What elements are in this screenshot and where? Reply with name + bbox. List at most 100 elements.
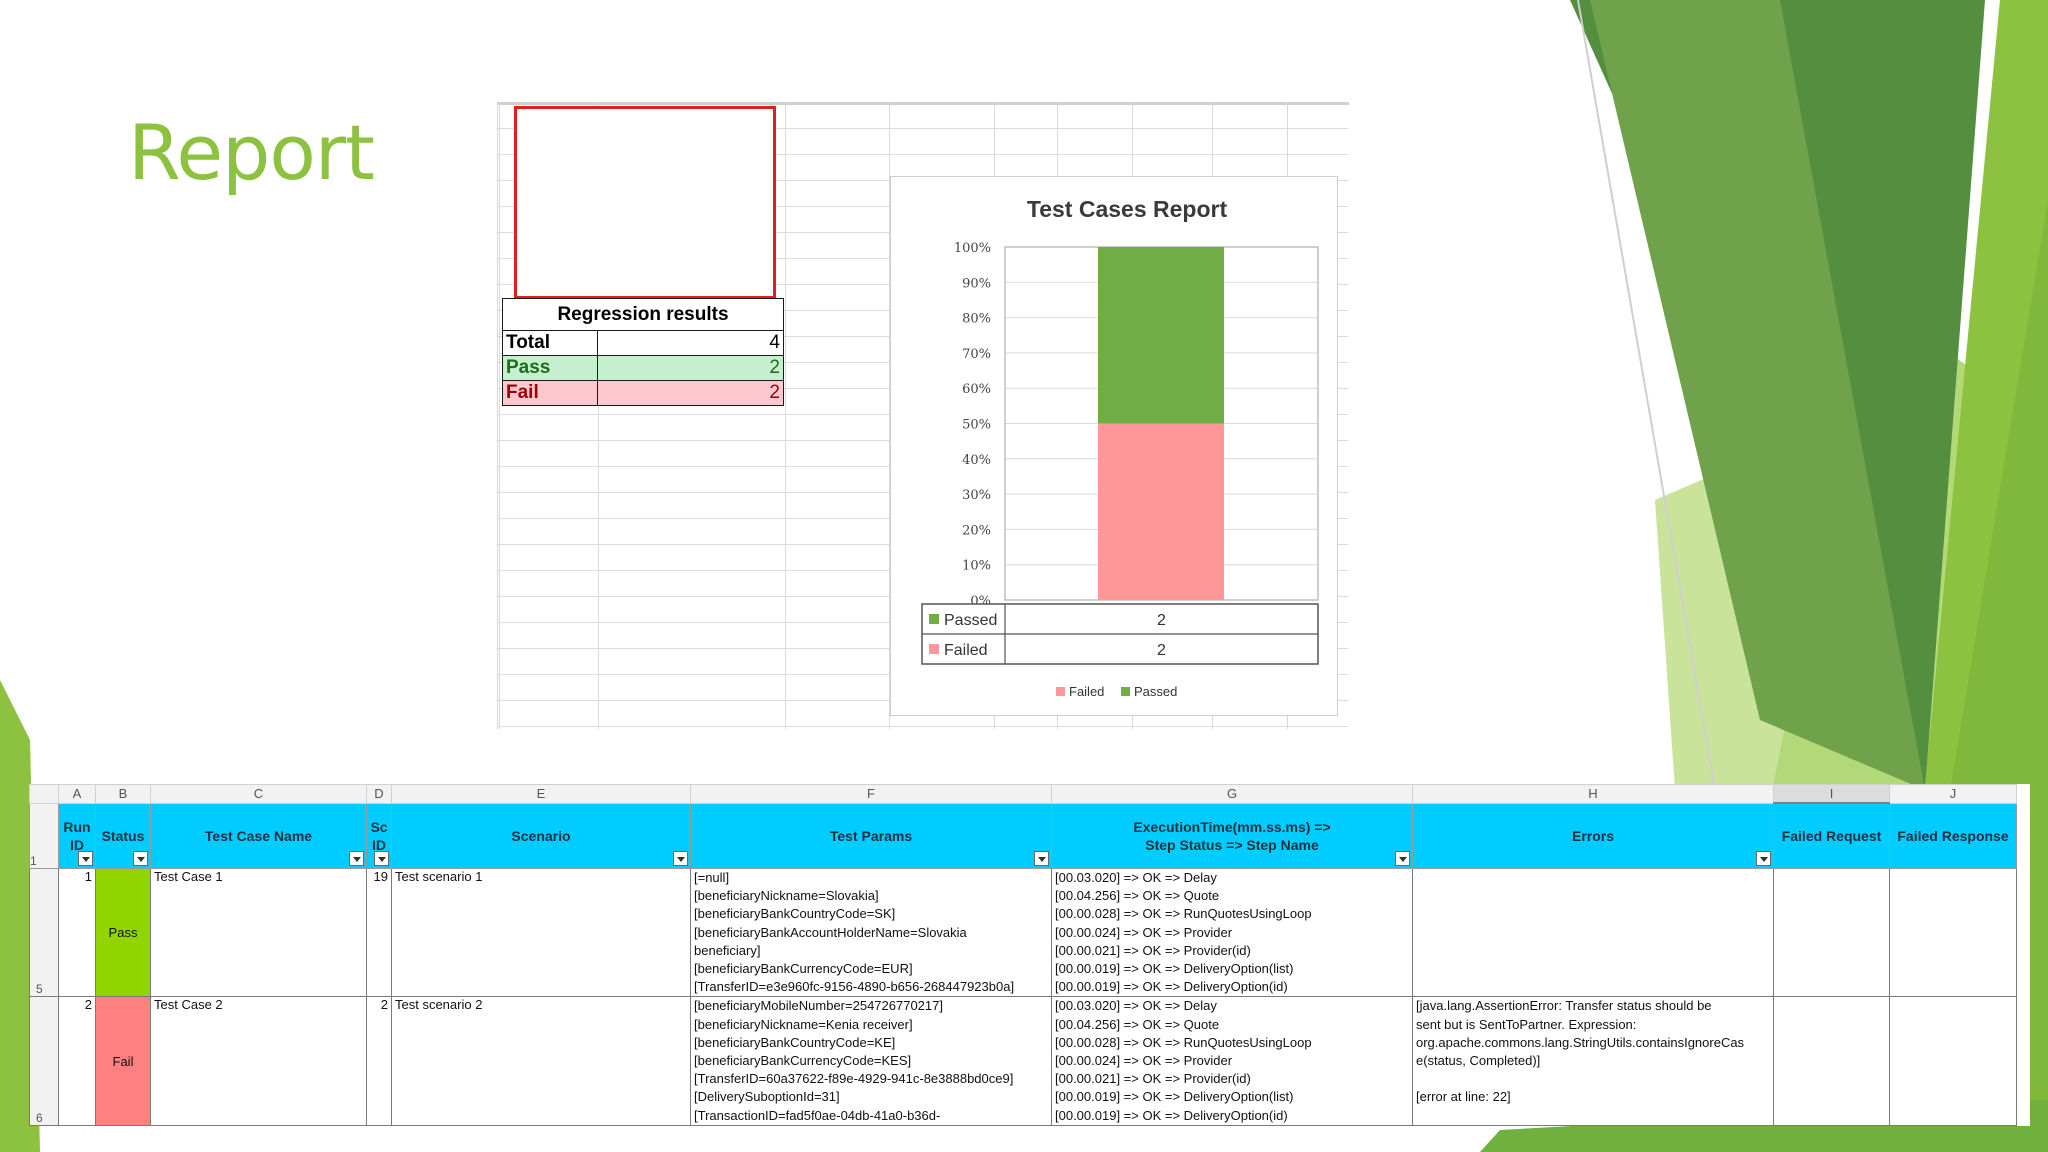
legend-key-passed bbox=[929, 614, 939, 624]
regression-header-row: Regression results bbox=[502, 298, 784, 331]
row-number[interactable]: 5 bbox=[29, 867, 59, 998]
deco-dark-green-shape bbox=[1570, 0, 1985, 790]
cell-run-id[interactable]: 1 bbox=[58, 867, 96, 998]
y-tick-label: 40% bbox=[962, 453, 991, 468]
select-all-corner[interactable] bbox=[29, 784, 59, 804]
cell-failed-request[interactable] bbox=[1773, 867, 1890, 998]
col-header-b[interactable]: B bbox=[95, 784, 151, 804]
param-line: [TransferID=60a37622-f89e-4929-941c-8e38… bbox=[694, 1071, 1014, 1087]
regression-row-total: Total 4 bbox=[502, 330, 784, 356]
step-line: [00.00.028] => OK => RunQuotesUsingLoop bbox=[1055, 906, 1312, 922]
cell-execution-steps[interactable]: [00.03.020] => OK => Delay [00.04.256] =… bbox=[1051, 996, 1413, 1126]
slide-title: Report bbox=[128, 108, 375, 197]
step-line: [00.00.019] => OK => DeliveryOption(id) bbox=[1055, 979, 1288, 995]
error-line: org.apache.commons.lang.StringUtils.cont… bbox=[1416, 1034, 1745, 1050]
cell-status-pass[interactable]: Pass bbox=[95, 867, 151, 998]
filter-dropdown-icon[interactable] bbox=[349, 851, 364, 866]
cell-failed-response[interactable] bbox=[1889, 996, 2017, 1126]
col-header-h[interactable]: H bbox=[1412, 784, 1774, 804]
cell-test-params[interactable]: [=null] [beneficiaryNickname=Slovakia] [… bbox=[690, 867, 1052, 998]
gridline bbox=[785, 102, 786, 729]
step-line: [00.00.019] => OK => DeliveryOption(list… bbox=[1055, 1089, 1294, 1105]
data-table-label: Passed bbox=[944, 612, 997, 629]
test-results-table: A B C D E F G H I J 1 Run ID Status Test… bbox=[29, 784, 2017, 1126]
filter-dropdown-icon[interactable] bbox=[1034, 851, 1049, 866]
cell-status-fail[interactable]: Fail bbox=[95, 996, 151, 1126]
param-line: [beneficiaryBankCountryCode=KE] bbox=[694, 1034, 896, 1050]
cell-test-case-name[interactable]: Test Case 1 bbox=[150, 867, 367, 998]
cell-scenario[interactable]: Test scenario 2 bbox=[391, 996, 691, 1126]
error-line bbox=[1416, 1070, 1773, 1088]
col-header-g[interactable]: G bbox=[1051, 784, 1413, 804]
row-number[interactable]: 1 bbox=[29, 802, 59, 869]
cell-sc-id[interactable]: 2 bbox=[366, 996, 392, 1126]
error-line: [error at line: 22] bbox=[1416, 1089, 1511, 1105]
header-test-case-name: Test Case Name bbox=[150, 802, 367, 869]
header-status-text: Status bbox=[101, 827, 145, 844]
data-table-label: Failed bbox=[944, 642, 988, 659]
y-tick-label: 60% bbox=[962, 382, 991, 397]
cell-scenario[interactable]: Test scenario 1 bbox=[391, 867, 691, 998]
empty-row bbox=[58, 1125, 2017, 1126]
row-number[interactable]: 7 bbox=[29, 1125, 59, 1126]
y-tick-label: 20% bbox=[962, 523, 991, 538]
total-label: Total bbox=[502, 330, 598, 356]
fail-label: Fail bbox=[502, 380, 598, 406]
data-table-value: 2 bbox=[1157, 612, 1166, 629]
col-header-e[interactable]: E bbox=[391, 784, 691, 804]
table-row: 5 1 Pass Test Case 1 19 Test scenario 1 … bbox=[29, 867, 2017, 998]
filter-dropdown-icon[interactable] bbox=[1756, 851, 1771, 866]
y-tick-label: 90% bbox=[962, 276, 991, 291]
header-errors: Errors bbox=[1412, 802, 1774, 869]
col-header-i[interactable]: I bbox=[1773, 784, 1890, 804]
y-tick-label: 70% bbox=[962, 347, 991, 362]
row-number[interactable]: 6 bbox=[29, 996, 59, 1126]
filter-dropdown-icon[interactable] bbox=[374, 851, 389, 866]
chart-title: Test Cases Report bbox=[1027, 196, 1228, 222]
data-table-value: 2 bbox=[1157, 642, 1166, 659]
error-line: sent but is SentToPartner. Expression: bbox=[1416, 1016, 1637, 1032]
legend-key-failed bbox=[929, 644, 939, 654]
col-header-c[interactable]: C bbox=[150, 784, 367, 804]
filter-dropdown-icon[interactable] bbox=[1395, 851, 1410, 866]
col-header-a[interactable]: A bbox=[58, 784, 96, 804]
param-line: [beneficiaryMobileNumber=254726770217] bbox=[694, 998, 943, 1014]
bar-passed bbox=[1098, 247, 1224, 424]
y-tick-label: 100% bbox=[954, 241, 991, 256]
filter-dropdown-icon[interactable] bbox=[673, 851, 688, 866]
param-line: [beneficiaryBankCountryCode=SK] bbox=[694, 906, 896, 922]
test-cases-chart[interactable]: Test Cases Report 0% 10% 20% 30% 40% 50% 60% 70%… bbox=[890, 176, 1338, 716]
cell-failed-response[interactable] bbox=[1889, 867, 2017, 998]
pass-label: Pass bbox=[502, 355, 598, 381]
cell-errors[interactable] bbox=[1412, 867, 1774, 998]
param-line: [beneficiaryBankAccountHolderName=Slovak… bbox=[694, 924, 967, 940]
cell-failed-request[interactable] bbox=[1773, 996, 1890, 1126]
regression-row-pass: Pass 2 bbox=[502, 355, 784, 381]
header-test-params: Test Params bbox=[690, 802, 1052, 869]
cell-run-id[interactable]: 2 bbox=[58, 996, 96, 1126]
y-tick-label: 30% bbox=[962, 488, 991, 503]
cell-execution-steps[interactable]: [00.03.020] => OK => Delay [00.04.256] =… bbox=[1051, 867, 1413, 998]
col-header-f[interactable]: F bbox=[690, 784, 1052, 804]
pass-value: 2 bbox=[597, 355, 784, 381]
col-header-j[interactable]: J bbox=[1889, 784, 2017, 804]
y-tick-label: 50% bbox=[962, 418, 991, 433]
header-scenario: Scenario bbox=[391, 802, 691, 869]
step-line: [00.00.024] => OK => Provider bbox=[1055, 924, 1233, 940]
cell-test-params[interactable]: [beneficiaryMobileNumber=254726770217] [… bbox=[690, 996, 1052, 1126]
legend-label: Passed bbox=[1134, 684, 1177, 699]
step-line: [00.00.019] => OK => DeliveryOption(id) bbox=[1055, 1107, 1288, 1123]
step-line: [00.00.021] => OK => Provider(id) bbox=[1055, 942, 1251, 958]
step-line: [00.03.020] => OK => Delay bbox=[1055, 998, 1217, 1014]
cell-errors[interactable]: [java.lang.AssertionError: Transfer stat… bbox=[1412, 996, 1774, 1126]
cell-sc-id[interactable]: 19 bbox=[366, 867, 392, 998]
header-status: Status bbox=[95, 802, 151, 869]
col-header-d[interactable]: D bbox=[366, 784, 392, 804]
cell-test-case-name[interactable]: Test Case 2 bbox=[150, 996, 367, 1126]
filter-dropdown-icon[interactable] bbox=[133, 851, 148, 866]
step-line: [00.00.021] => OK => Provider(id) bbox=[1055, 1071, 1251, 1087]
table-row-partial: 7 bbox=[29, 1125, 2017, 1126]
legend-swatch-failed bbox=[1056, 687, 1065, 696]
header-sc-id-text: Sc ID bbox=[370, 818, 388, 853]
filter-dropdown-icon[interactable] bbox=[78, 851, 93, 866]
